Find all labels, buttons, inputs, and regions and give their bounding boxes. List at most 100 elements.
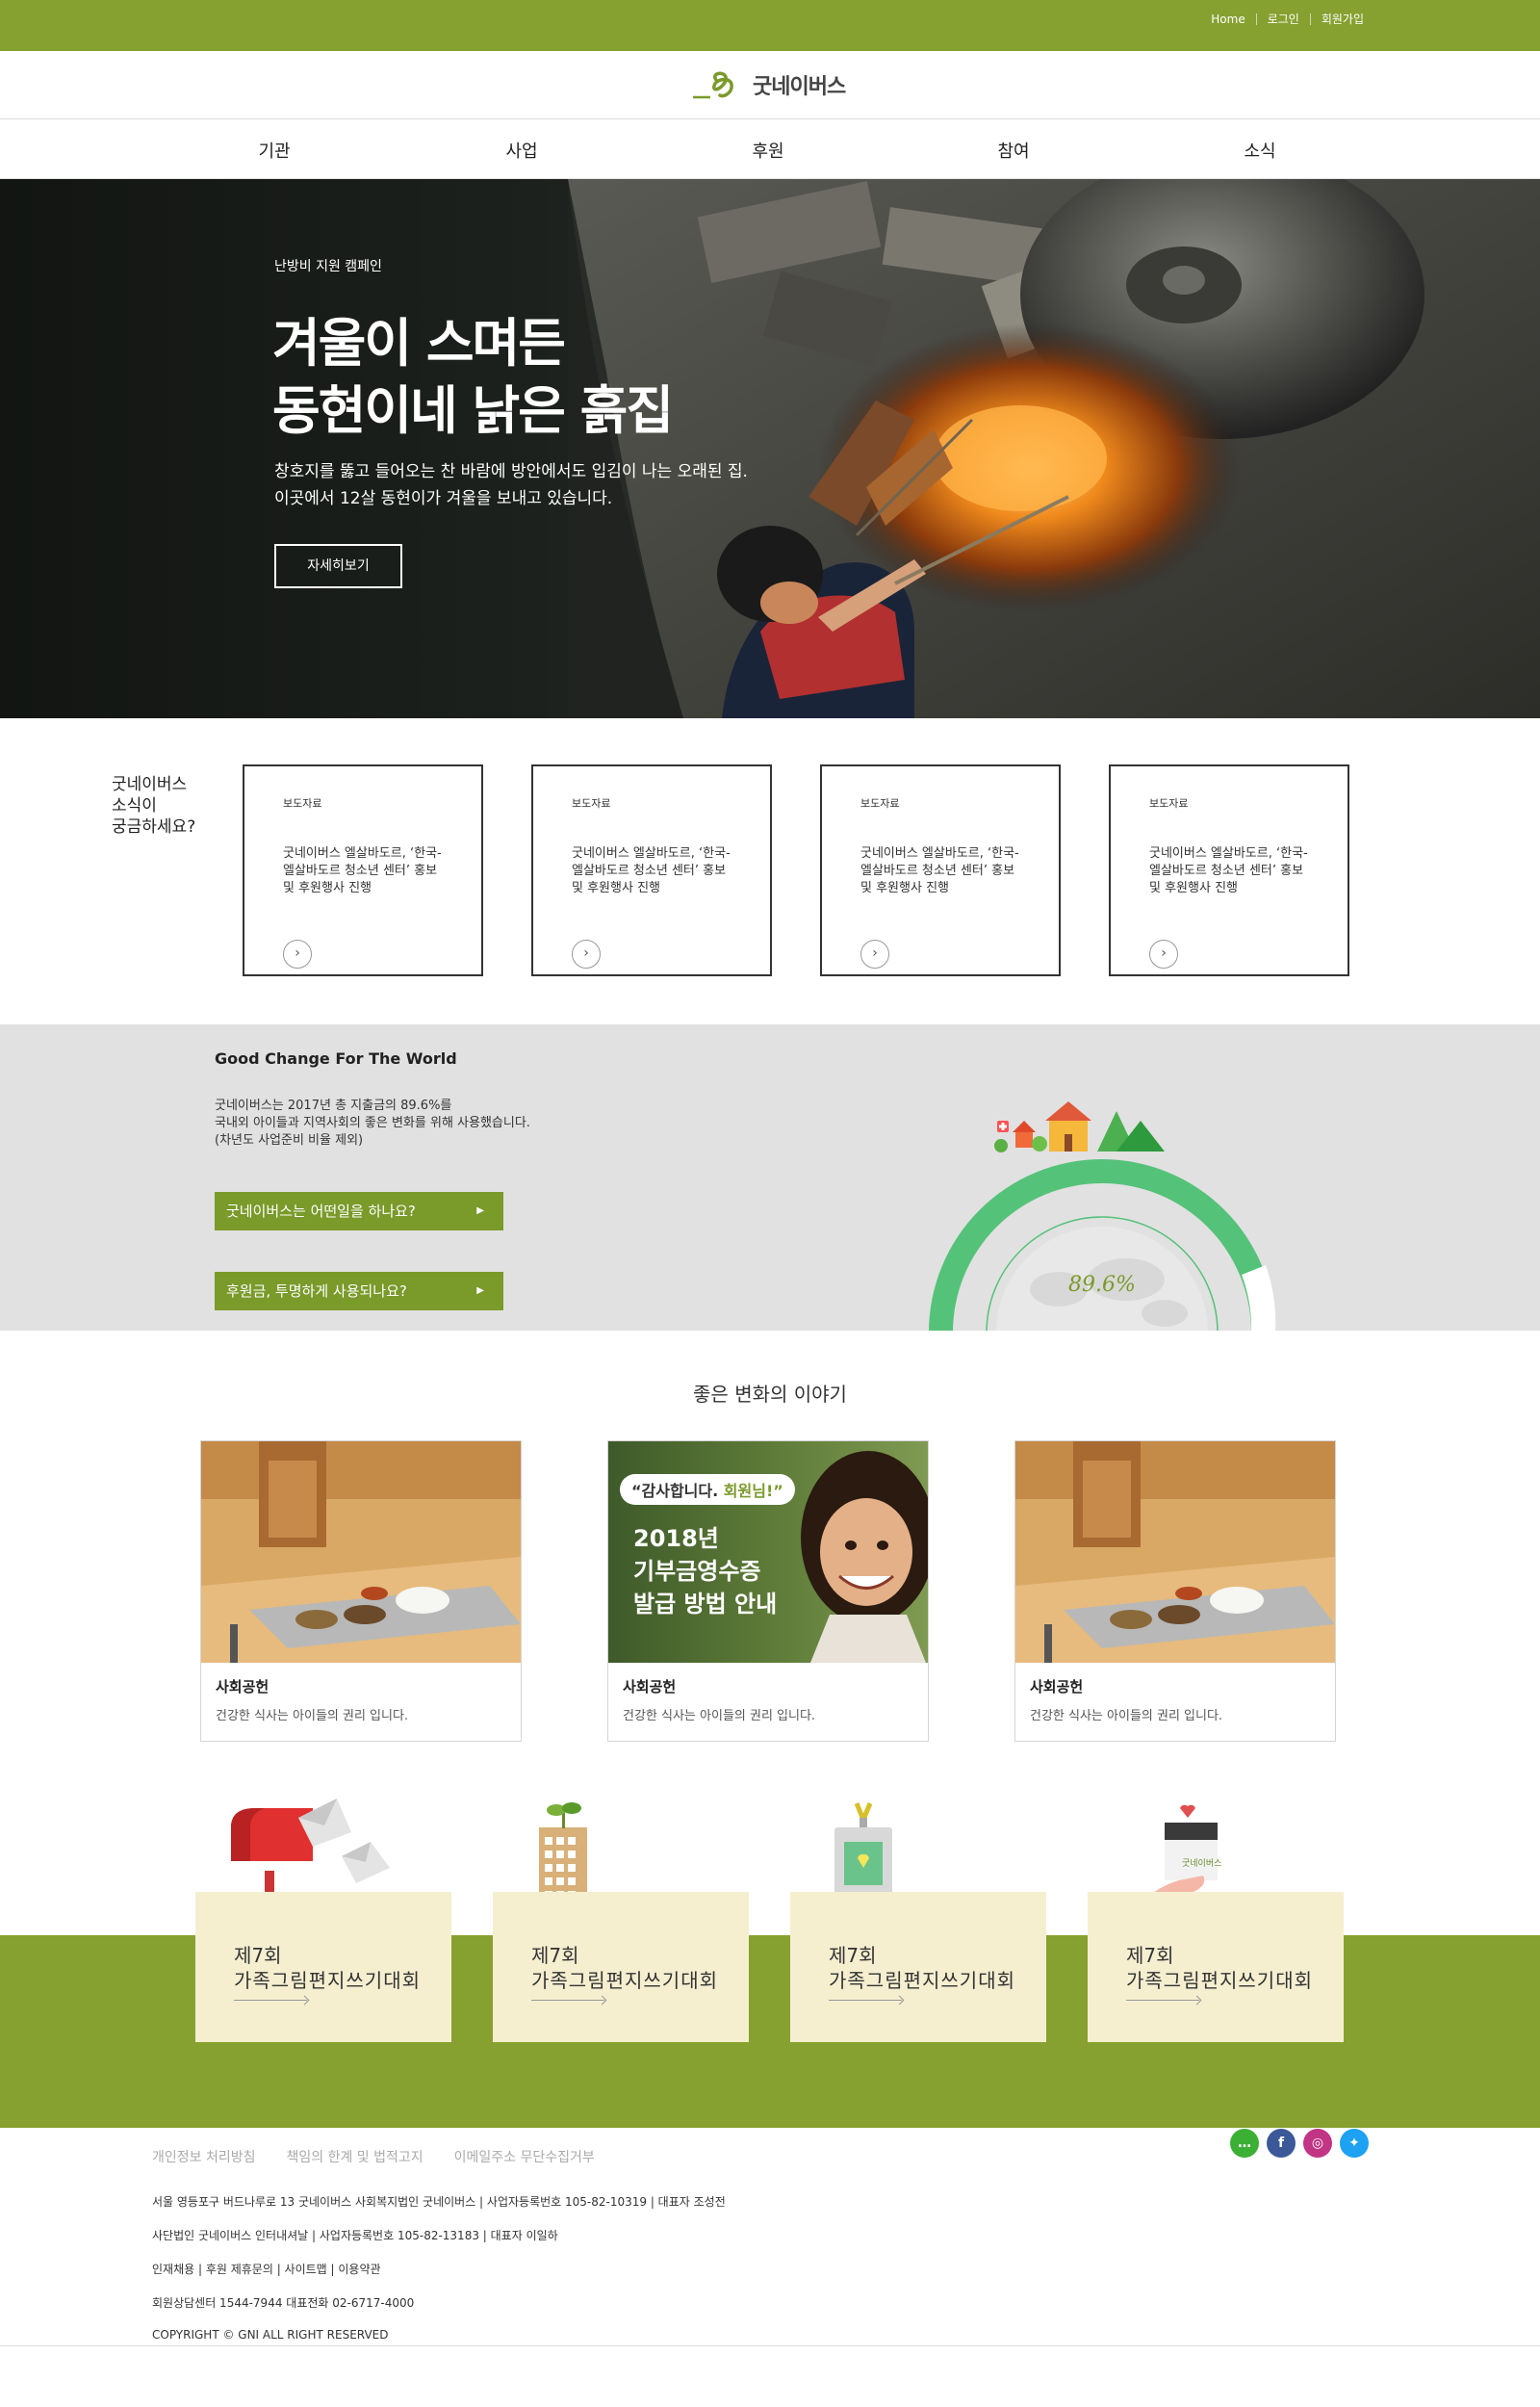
logo-bar: 굿네이버스: [0, 51, 1540, 119]
logo-text: 굿네이버스: [753, 75, 846, 99]
home-link[interactable]: Home: [1200, 13, 1255, 25]
nav-item-sponsor[interactable]: 후원: [710, 138, 826, 163]
contest-edition: 제7회: [829, 1944, 877, 1967]
chevron-right-icon[interactable]: ›: [860, 940, 889, 969]
news-heading: 굿네이버스 소식이 궁금하세요?: [112, 774, 195, 838]
contest-card[interactable]: 제7회 가족그림편지쓰기대회: [493, 1892, 749, 2042]
news-card-tag: 보도자료: [860, 797, 900, 810]
footer-menu[interactable]: 인재채용 | 후원 제휴문의 | 사이트맵 | 이용약관: [152, 2261, 381, 2277]
banner-line-2: 기부금영수증: [633, 1558, 761, 1585]
transparency-button[interactable]: 후원금, 투명하게 사용되나요? ▶: [215, 1272, 503, 1310]
impact-title: Good Change For The World: [215, 1049, 457, 1068]
hero-more-button[interactable]: 자세히보기: [274, 544, 402, 588]
contest-title: 가족그림편지쓰기대회: [1126, 1969, 1313, 1992]
hero-description: 창호지를 뚫고 들어오는 찬 바람에 방안에서도 입김이 나는 오래된 집. 이…: [274, 458, 748, 512]
chevron-right-icon[interactable]: ›: [572, 940, 601, 969]
utility-links: Home 로그인 회원가입: [1200, 13, 1374, 25]
contest-title: 가족그림편지쓰기대회: [531, 1969, 718, 1992]
privacy-policy-link[interactable]: 개인정보 처리방침: [152, 2147, 256, 2166]
instagram-icon[interactable]: ◎: [1303, 2129, 1332, 2158]
arrow-right-icon: [234, 2000, 307, 2001]
impact-description: 굿네이버스는 2017년 총 지출금의 89.6%를 국내외 아이들과 지역사회…: [215, 1098, 638, 1150]
impact-desc-line-3: (차년도 사업준비 비율 제외): [215, 1133, 364, 1148]
contest-card[interactable]: 제7회 가족그림편지쓰기대회: [195, 1892, 451, 2042]
twitter-icon[interactable]: ✦: [1340, 2129, 1369, 2158]
story-card[interactable]: “감사합니다. 회원님!” 2018년 기부금영수증 발급 방법 안내 사회공헌…: [607, 1440, 929, 1742]
story-card[interactable]: 사회공헌 건강한 식사는 아이들의 권리 입니다.: [1014, 1440, 1336, 1742]
hero-desc-line-1: 창호지를 뚫고 들어오는 찬 바람에 방안에서도 입김이 나는 오래된 집.: [274, 462, 748, 481]
arrow-right-icon: [531, 2000, 604, 2001]
story-category: 사회공헌: [216, 1678, 270, 1695]
contest-card[interactable]: 제7회 가족그림편지쓰기대회: [1088, 1892, 1344, 2042]
impact-desc-line-2: 국내외 아이들과 지역사회의 좋은 변화를 위해 사용했습니다.: [215, 1116, 530, 1130]
news-card-text: 굿네이버스 엘살바도르, ‘한국-엘살바도르 청소년 센터’ 홍보 및 후원행사…: [1149, 846, 1308, 895]
news-card-text: 굿네이버스 엘살바도르, ‘한국-엘살바도르 청소년 센터’ 홍보 및 후원행사…: [572, 846, 731, 895]
news-card[interactable]: 보도자료 굿네이버스 엘살바도르, ‘한국-엘살바도르 청소년 센터’ 홍보 및…: [243, 764, 483, 976]
news-section: 굿네이버스 소식이 궁금하세요? 보도자료 굿네이버스 엘살바도르, ‘한국-엘…: [0, 718, 1540, 1024]
caret-right-icon: ▶: [476, 1205, 484, 1216]
news-card-text: 굿네이버스 엘살바도르, ‘한국-엘살바도르 청소년 센터’ 홍보 및 후원행사…: [860, 846, 1019, 895]
caret-right-icon: ▶: [476, 1285, 484, 1296]
email-refusal-link[interactable]: 이메일주소 무단수집거부: [454, 2147, 595, 2166]
impact-desc-line-1: 굿네이버스는 2017년 총 지출금의 89.6%를: [215, 1099, 452, 1113]
meal-tray-photo: [1015, 1441, 1335, 1663]
hero-title: 겨울이 스며든 동현이네 낡은 흙집: [272, 310, 674, 445]
contest-title: 가족그림편지쓰기대회: [234, 1969, 421, 1992]
gauge-village-icon: [994, 1101, 1165, 1152]
chevron-right-icon[interactable]: ›: [1149, 940, 1178, 969]
svg-text:굿네이버스: 굿네이버스: [1182, 1858, 1221, 1869]
footer-intl-info: 사단법인 굿네이버스 인터내셔날 | 사업자등록번호 105-82-13183 …: [152, 2229, 558, 2242]
hero-kicker: 난방비 지원 캠페인: [274, 259, 382, 274]
news-card[interactable]: 보도자료 굿네이버스 엘살바도르, ‘한국-엘살바도르 청소년 센터’ 홍보 및…: [531, 764, 772, 976]
contest-edition: 제7회: [234, 1944, 282, 1967]
what-we-do-label: 굿네이버스는 어떤일을 하나요?: [226, 1203, 416, 1220]
banner-quote-bubble: “감사합니다. 회원님!”: [620, 1474, 795, 1505]
spending-gauge: 89.6%: [929, 1101, 1276, 1333]
signup-link[interactable]: 회원가입: [1309, 13, 1374, 25]
gauge-remainder: [1242, 1265, 1276, 1333]
site-logo[interactable]: 굿네이버스: [691, 68, 846, 101]
news-card[interactable]: 보도자료 굿네이버스 엘살바도르, ‘한국-엘살바도르 청소년 센터’ 홍보 및…: [1109, 764, 1349, 976]
nav-item-news[interactable]: 소식: [1202, 138, 1318, 163]
story-card[interactable]: 사회공헌 건강한 식사는 아이들의 권리 입니다.: [200, 1440, 522, 1742]
news-card-tag: 보도자료: [1149, 797, 1189, 810]
legal-notice-link[interactable]: 책임의 한계 및 법적고지: [287, 2147, 424, 2166]
utility-bar: Home 로그인 회원가입: [0, 0, 1540, 51]
donation-receipt-banner: “감사합니다. 회원님!” 2018년 기부금영수증 발급 방법 안내: [608, 1441, 928, 1663]
arrow-right-icon: [1126, 2000, 1199, 2001]
facebook-icon[interactable]: f: [1267, 2129, 1296, 2158]
arrow-right-icon: [829, 2000, 902, 2001]
footer: 개인정보 처리방침 책임의 한계 및 법적고지 이메일주소 무단수집거부 서울 …: [0, 2128, 1540, 2407]
banner-title: 2018년 기부금영수증 발급 방법 안내: [633, 1522, 777, 1620]
footer-contact: 회원상담센터 1544-7944 대표전화 02-6717-4000: [152, 2296, 415, 2310]
chevron-right-icon[interactable]: ›: [283, 940, 312, 969]
contest-edition: 제7회: [1126, 1944, 1174, 1967]
news-card-text: 굿네이버스 엘살바도르, ‘한국-엘살바도르 청소년 센터’ 홍보 및 후원행사…: [283, 846, 442, 895]
news-heading-line-2: 소식이: [112, 796, 157, 815]
news-card-tag: 보도자료: [283, 797, 322, 810]
transparency-label: 후원금, 투명하게 사용되나요?: [226, 1282, 407, 1300]
footer-address: 서울 영등포구 버드나루로 13 굿네이버스 사회복지법인 굿네이버스 | 사업…: [152, 2195, 726, 2209]
login-link[interactable]: 로그인: [1255, 13, 1310, 25]
nav-item-organization[interactable]: 기관: [217, 138, 332, 163]
talk-icon[interactable]: …: [1230, 2129, 1259, 2158]
footer-links: 개인정보 처리방침 책임의 한계 및 법적고지 이메일주소 무단수집거부: [152, 2147, 595, 2166]
nav-item-participate[interactable]: 참여: [956, 138, 1071, 163]
banner-quote: “감사합니다.: [631, 1482, 719, 1500]
contest-title: 가족그림편지쓰기대회: [829, 1969, 1015, 1992]
stories-title: 좋은 변화의 이야기: [693, 1383, 847, 1406]
hero-title-line-2: 동현이네 낡은 흙집: [272, 380, 674, 441]
news-heading-line-3: 궁금하세요?: [112, 817, 196, 837]
footer-copyright: COPYRIGHT © GNI ALL RIGHT RESERVED: [152, 2328, 389, 2342]
nav-item-business[interactable]: 사업: [464, 138, 579, 163]
what-we-do-button[interactable]: 굿네이버스는 어떤일을 하나요? ▶: [215, 1192, 503, 1230]
contest-edition: 제7회: [531, 1944, 579, 1967]
news-card[interactable]: 보도자료 굿네이버스 엘살바도르, ‘한국-엘살바도르 청소년 센터’ 홍보 및…: [820, 764, 1061, 976]
banner-line-1: 2018년: [633, 1525, 719, 1552]
story-text: 건강한 식사는 아이들의 권리 입니다.: [216, 1709, 409, 1723]
story-text: 건강한 식사는 아이들의 권리 입니다.: [1030, 1709, 1223, 1723]
main-navigation: 기관 사업 후원 참여 소식: [0, 119, 1540, 179]
contest-card[interactable]: 제7회 가족그림편지쓰기대회: [790, 1892, 1046, 2042]
hero-desc-line-2: 이곳에서 12살 동현이가 겨울을 보내고 있습니다.: [274, 489, 613, 508]
story-category: 사회공헌: [623, 1678, 677, 1695]
